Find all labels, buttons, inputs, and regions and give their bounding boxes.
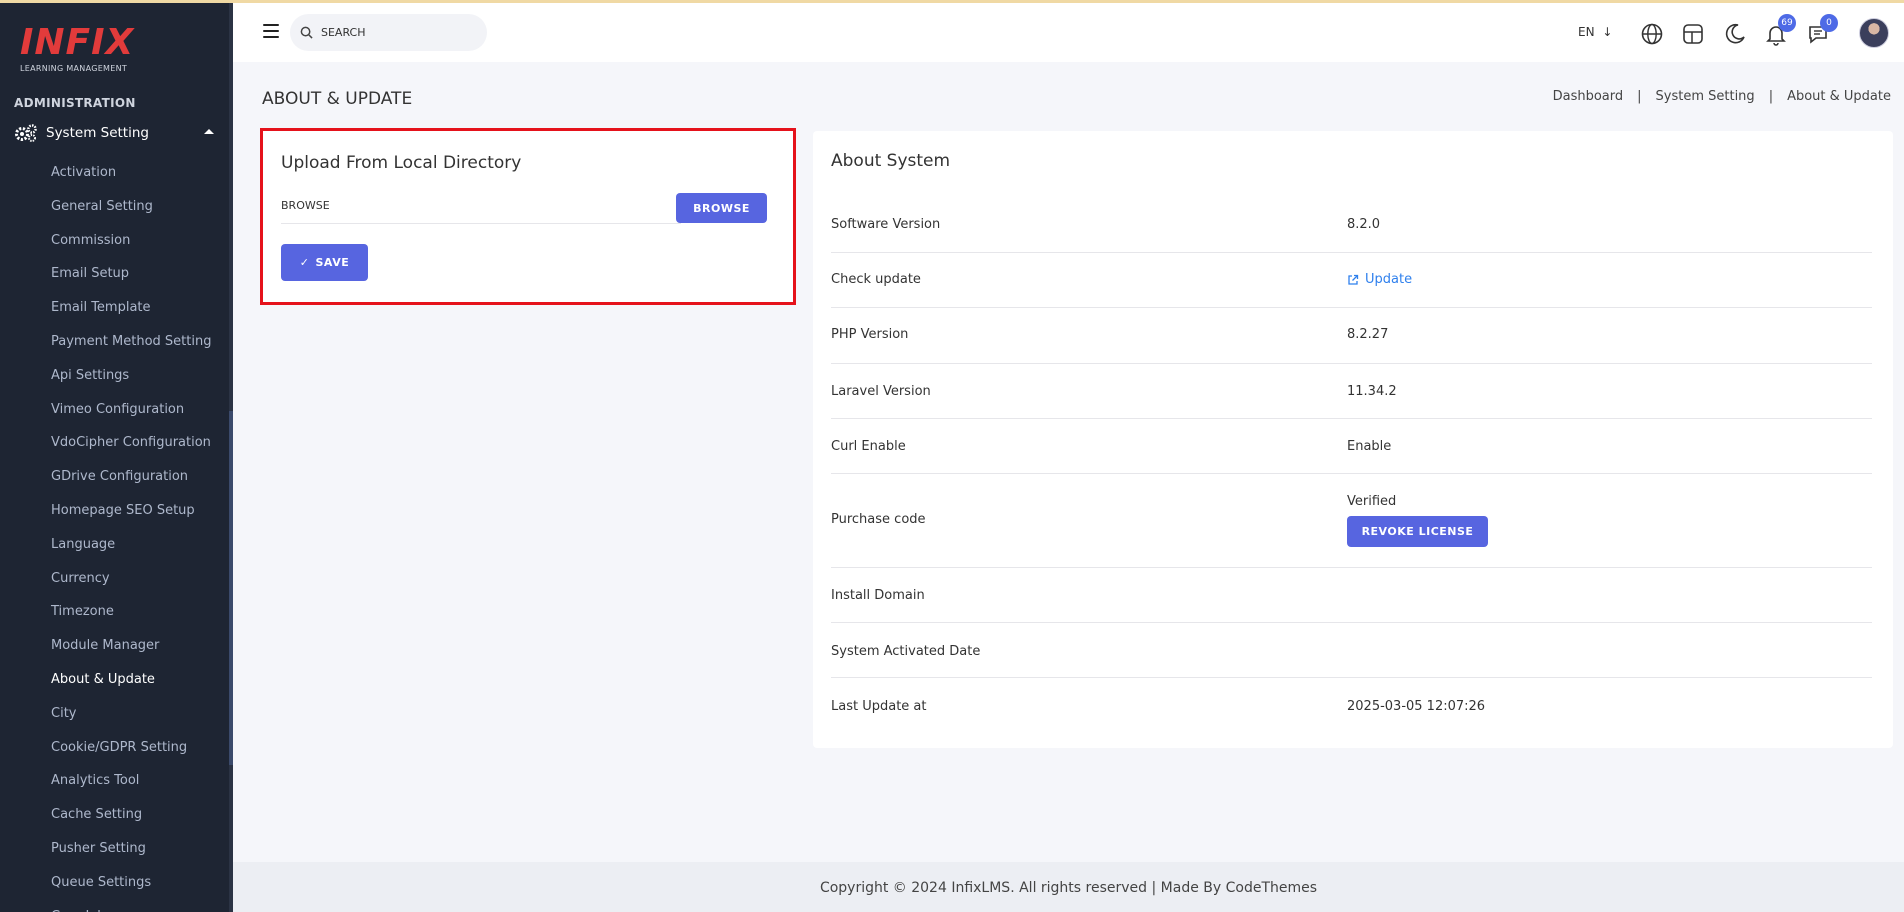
language-code: EN (1578, 25, 1595, 39)
language-selector[interactable]: EN ↓ (1578, 25, 1612, 39)
sidebar-subitem[interactable]: Vimeo Configuration (51, 393, 231, 427)
sidebar-subitem[interactable]: Cookie/GDPR Setting (51, 731, 231, 765)
info-row-install-domain: Install Domain (831, 568, 1872, 623)
save-button[interactable]: ✓ SAVE (281, 244, 368, 281)
sidebar-subitem[interactable]: Cache Setting (51, 798, 231, 832)
breadcrumb: Dashboard | System Setting | About & Upd… (1553, 89, 1891, 104)
gears-icon (15, 124, 37, 142)
notifications-badge: 69 (1778, 14, 1796, 32)
upload-card-title: Upload From Local Directory (281, 153, 522, 173)
row-value: 2025-03-05 12:07:26 (1347, 699, 1486, 714)
row-label: Install Domain (831, 588, 925, 603)
sidebar-subitem[interactable]: Module Manager (51, 629, 231, 663)
update-link-label: Update (1365, 272, 1413, 287)
info-row-php-version: PHP Version 8.2.27 (831, 308, 1872, 364)
sidebar-scrollbar-thumb[interactable] (229, 411, 233, 765)
about-card-title: About System (831, 151, 951, 171)
search-input[interactable] (321, 26, 471, 39)
arrow-down-icon: ↓ (1602, 25, 1613, 39)
breadcrumb-dashboard[interactable]: Dashboard (1553, 89, 1624, 104)
file-field-label[interactable]: BROWSE (281, 199, 330, 212)
sidebar-subitem[interactable]: Timezone (51, 595, 231, 629)
caret-up-icon (204, 129, 214, 134)
sidebar-subitem[interactable]: Email Template (51, 291, 231, 325)
info-row-last-update: Last Update at 2025-03-05 12:07:26 (831, 678, 1872, 733)
moon-icon[interactable] (1723, 22, 1747, 46)
top-header: EN ↓ 69 0 (233, 3, 1904, 62)
sidebar-subitem[interactable]: General Setting (51, 190, 231, 224)
sidebar-subitem[interactable]: GDrive Configuration (51, 460, 231, 494)
save-button-label: SAVE (315, 256, 350, 269)
revoke-license-button[interactable]: REVOKE LICENSE (1347, 516, 1488, 547)
info-row-laravel-version: Laravel Version 11.34.2 (831, 364, 1872, 419)
logo-subtitle: LEARNING MANAGEMENT (20, 64, 128, 73)
sidebar-subitem[interactable]: Cron Job (51, 900, 231, 912)
sidebar-item-system-setting[interactable]: System Setting (14, 121, 214, 145)
breadcrumb-separator: | (1637, 89, 1642, 104)
row-label: Purchase code (831, 512, 926, 527)
sidebar-subitem[interactable]: Pusher Setting (51, 832, 231, 866)
row-label: Last Update at (831, 699, 927, 714)
notifications-button[interactable]: 69 (1764, 14, 1796, 46)
row-value: 8.2.0 (1347, 217, 1381, 232)
menu-toggle-icon[interactable] (263, 24, 279, 38)
messages-badge: 0 (1820, 14, 1838, 32)
row-label: System Activated Date (831, 644, 981, 659)
sidebar-submenu: Activation General Setting Commission Email… (51, 156, 231, 912)
row-label: Laravel Version (831, 384, 931, 399)
page-title: ABOUT & UPDATE (262, 89, 413, 109)
row-label: Check update (831, 272, 921, 287)
info-row-check-update: Check update Update (831, 253, 1872, 308)
sidebar-subitem[interactable]: Commission (51, 224, 231, 258)
sidebar-subitem[interactable]: Email Setup (51, 257, 231, 291)
sidebar-subitem[interactable]: Homepage SEO Setup (51, 494, 231, 528)
sidebar-subitem[interactable]: VdoCipher Configuration (51, 426, 231, 460)
breadcrumb-system-setting[interactable]: System Setting (1656, 89, 1755, 104)
row-value: 8.2.27 (1347, 327, 1389, 342)
row-value: Enable (1347, 439, 1392, 454)
external-link-icon (1348, 274, 1359, 285)
purchase-status: Verified (1347, 494, 1397, 509)
update-link[interactable]: Update (1347, 272, 1412, 287)
breadcrumb-separator: | (1768, 89, 1774, 104)
sidebar-subitem[interactable]: Queue Settings (51, 866, 231, 900)
avatar[interactable] (1859, 18, 1889, 48)
file-field-underline (281, 223, 681, 224)
search-icon (300, 26, 313, 39)
info-row-curl-enable: Curl Enable Enable (831, 419, 1872, 474)
sidebar: INFIX LEARNING MANAGEMENT ADMINISTRATION… (0, 3, 233, 912)
sidebar-subitem[interactable]: Analytics Tool (51, 764, 231, 798)
sidebar-item-label: System Setting (46, 125, 149, 141)
row-label: Software Version (831, 217, 941, 232)
footer: Copyright © 2024 InfixLMS. All rights re… (233, 862, 1904, 912)
breadcrumb-current: About & Update (1787, 89, 1891, 104)
sidebar-subitem[interactable]: City (51, 697, 231, 731)
row-label: Curl Enable (831, 439, 906, 454)
info-row-software-version: Software Version 8.2.0 (831, 197, 1872, 253)
logo[interactable]: INFIX LEARNING MANAGEMENT (20, 22, 140, 74)
sidebar-subitem[interactable]: Activation (51, 156, 231, 190)
search-box[interactable] (290, 14, 487, 51)
messages-button[interactable]: 0 (1806, 14, 1838, 46)
sidebar-subitem[interactable]: About & Update (51, 663, 231, 697)
row-label: PHP Version (831, 327, 909, 342)
upload-card: Upload From Local Directory BROWSE BROWS… (260, 128, 796, 305)
info-row-system-activated-date: System Activated Date (831, 623, 1872, 678)
about-system-card: About System Software Version 8.2.0 Chec… (813, 131, 1893, 748)
sidebar-subitem[interactable]: Payment Method Setting (51, 325, 231, 359)
sidebar-subitem[interactable]: Api Settings (51, 359, 231, 393)
sidebar-subitem[interactable]: Currency (51, 562, 231, 596)
sidebar-section-administration: ADMINISTRATION (14, 96, 136, 110)
row-value: 11.34.2 (1347, 384, 1397, 399)
check-icon: ✓ (299, 256, 310, 269)
layout-icon[interactable] (1681, 22, 1705, 46)
sidebar-subitem[interactable]: Language (51, 528, 231, 562)
browse-button[interactable]: BROWSE (676, 193, 767, 223)
globe-icon[interactable] (1640, 22, 1664, 46)
sidebar-scrollbar[interactable] (229, 3, 233, 912)
logo-text: INFIX (20, 22, 135, 63)
info-row-purchase-code: Purchase code Verified REVOKE LICENSE (831, 474, 1872, 568)
